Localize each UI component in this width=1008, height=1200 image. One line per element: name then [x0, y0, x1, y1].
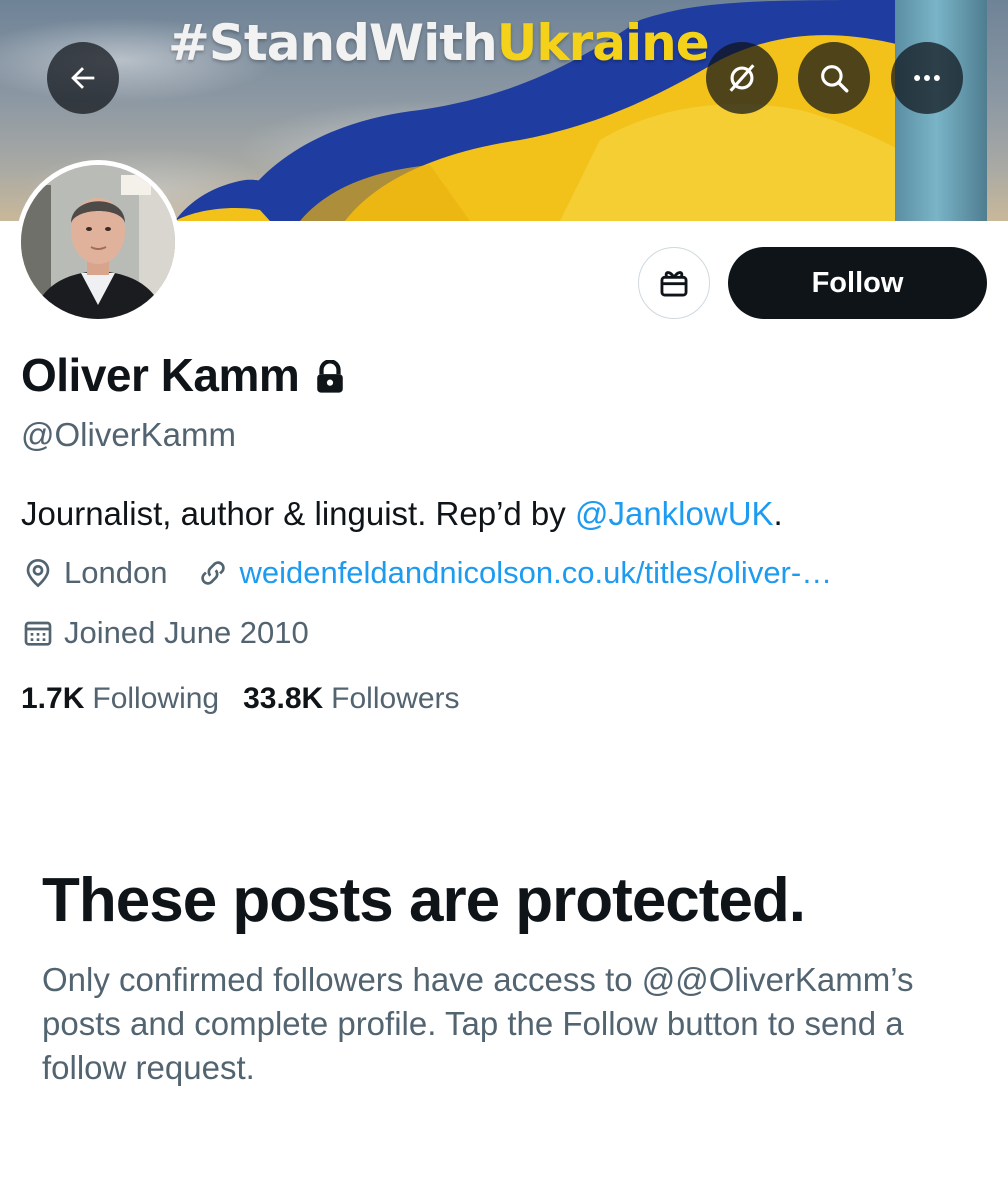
calendar-icon [24, 621, 52, 646]
gift-button[interactable] [638, 247, 710, 319]
website-link[interactable]: weidenfeldandnicolson.co.uk/titles/olive… [239, 555, 832, 591]
bio-text: Journalist, author & linguist. Rep’d by [21, 495, 575, 532]
joined-text: Joined June 2010 [64, 615, 309, 650]
search-icon [821, 65, 849, 93]
back-button[interactable] [47, 42, 119, 114]
profile-name-row: Oliver Kamm [21, 350, 345, 401]
link-icon [201, 561, 226, 585]
followers-count: 33.8K [243, 682, 324, 715]
grok-icon [729, 64, 755, 92]
banner-hashtag: #StandWithUkraine [168, 18, 710, 68]
profile-bio: Journalist, author & linguist. Rep’d by … [21, 495, 783, 533]
back-arrow-icon [71, 67, 95, 89]
more-icon [914, 75, 940, 81]
username-handle: @OliverKamm [21, 416, 237, 453]
gift-icon [660, 271, 688, 297]
follow-stats: 1.7K Following 33.8K Followers [21, 682, 460, 716]
lock-icon [317, 360, 344, 393]
location-text: London [64, 555, 168, 590]
avatar[interactable] [16, 160, 180, 324]
location-pin-icon [26, 558, 50, 588]
profile-meta-row: London weidenfeldandnicolson.co.uk/title… [22, 555, 832, 591]
following-count: 1.7K [21, 682, 85, 715]
following-label: Following [92, 682, 220, 715]
hashtag-yellow-text: Ukraine [496, 14, 710, 72]
search-button[interactable] [798, 42, 870, 114]
followers-label: Followers [331, 682, 460, 715]
joined-row: Joined June 2010 [22, 615, 309, 651]
avatar-portrait-image [21, 165, 175, 319]
more-button[interactable] [891, 42, 963, 114]
joined-item: Joined June 2010 [22, 615, 309, 651]
bio-mention-link[interactable]: @JanklowUK [575, 495, 774, 532]
following-stat[interactable]: 1.7K Following [21, 682, 219, 716]
followers-stat[interactable]: 33.8K Followers [243, 682, 459, 716]
website-item[interactable]: weidenfeldandnicolson.co.uk/titles/olive… [197, 555, 832, 591]
grok-button[interactable] [706, 42, 778, 114]
display-name: Oliver Kamm [21, 349, 300, 401]
protected-title: These posts are protected. [42, 866, 806, 935]
bio-end: . [773, 495, 783, 532]
location-item: London [22, 555, 167, 591]
follow-button[interactable]: Follow [728, 247, 987, 319]
avatar-photo [21, 165, 175, 319]
hashtag-white-text: #StandWith [168, 14, 498, 72]
protected-body: Only confirmed followers have access to … [42, 961, 914, 1086]
